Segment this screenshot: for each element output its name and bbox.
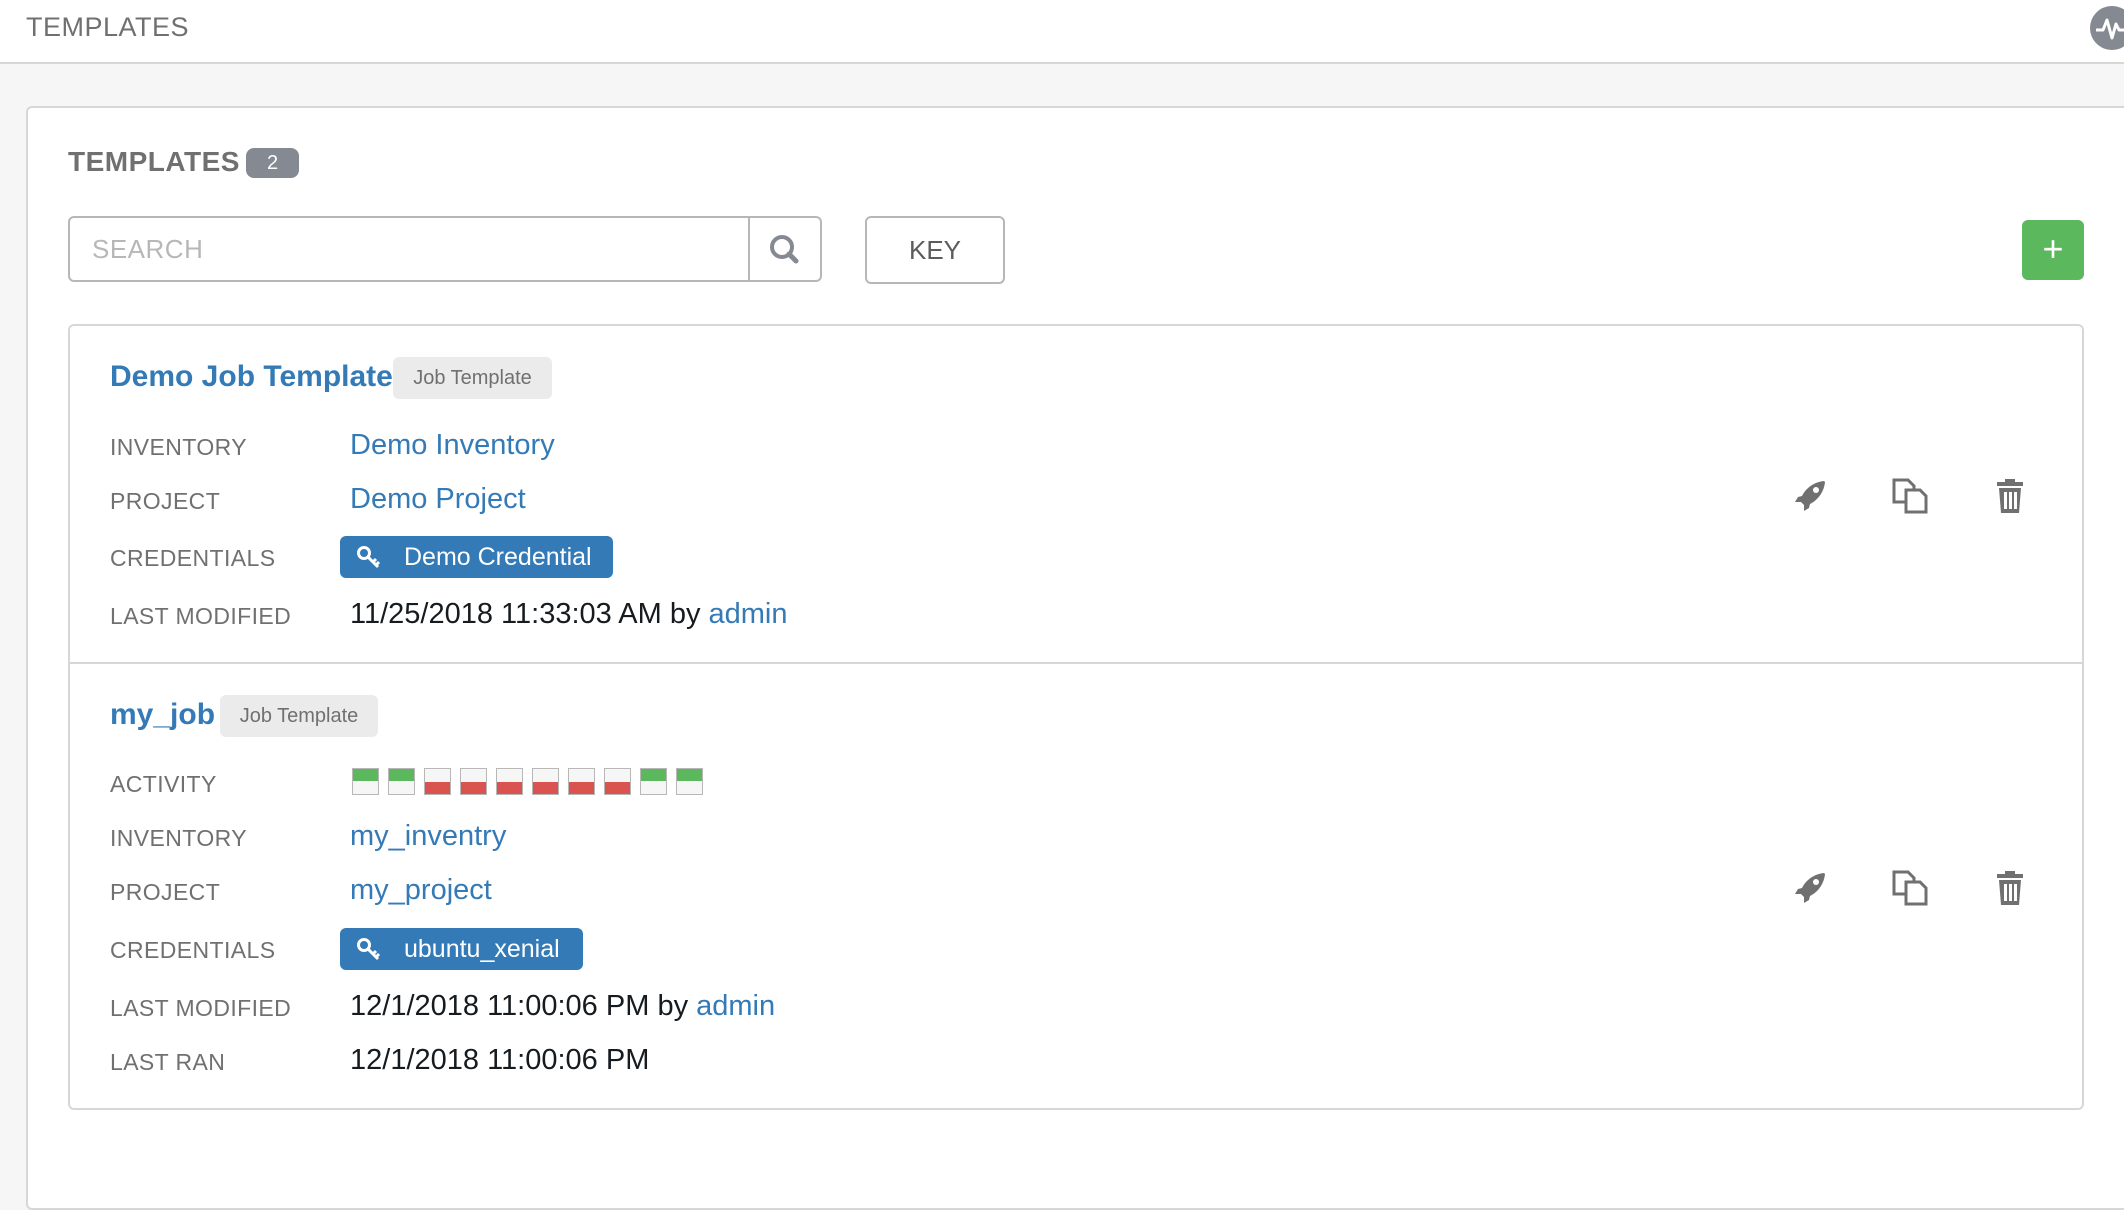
top-bar: TEMPLATES — [0, 0, 2124, 64]
last-modified-date: 12/1/2018 11:00:06 PM — [350, 990, 650, 1022]
job-status-bar — [425, 782, 450, 794]
key-icon — [357, 546, 381, 569]
modified-by-link[interactable]: admin — [696, 990, 775, 1022]
job-status-success[interactable] — [352, 768, 379, 795]
key-button[interactable]: KEY — [865, 216, 1005, 284]
template-name-link[interactable]: Demo Job Template — [110, 360, 393, 394]
pulse-icon[interactable] — [2090, 6, 2124, 50]
rocket-icon[interactable] — [1790, 868, 1830, 908]
job-status-failed[interactable] — [532, 768, 559, 795]
last-ran-label: LAST RAN — [110, 1049, 226, 1075]
job-status-failed[interactable] — [424, 768, 451, 795]
job-status-failed[interactable] — [496, 768, 523, 795]
search-input[interactable] — [70, 218, 752, 280]
last-modified-value: 11/25/2018 11:33:03 AM by admin — [350, 598, 788, 631]
job-status-bar — [461, 782, 486, 794]
trash-icon[interactable] — [1990, 868, 2030, 908]
job-status-success[interactable] — [676, 768, 703, 795]
template-name-link[interactable]: my_job — [110, 698, 215, 732]
job-status-bar — [497, 782, 522, 794]
copy-icon[interactable] — [1890, 476, 1930, 516]
last-modified-label: LAST MODIFIED — [110, 995, 292, 1021]
credentials-label: CREDENTIALS — [110, 937, 276, 963]
row-divider — [68, 662, 2084, 664]
search-button[interactable] — [748, 218, 820, 280]
job-status-bar — [533, 782, 558, 794]
key-icon — [357, 938, 381, 961]
activity-label: ACTIVITY — [110, 771, 217, 797]
last-modified-label: LAST MODIFIED — [110, 603, 292, 629]
job-status-failed[interactable] — [604, 768, 631, 795]
template-type-badge: Job Template — [220, 695, 378, 737]
inventory-link[interactable]: my_inventry — [350, 820, 506, 853]
template-type-badge: Job Template — [393, 357, 552, 399]
credential-chip[interactable]: ubuntu_xenial — [340, 928, 583, 970]
add-button[interactable]: + — [2022, 220, 2084, 280]
job-status-bar — [389, 769, 414, 781]
job-status-bar — [605, 782, 630, 794]
credentials-label: CREDENTIALS — [110, 545, 276, 571]
last-modified-date: 11/25/2018 11:33:03 AM — [350, 598, 662, 630]
by-label: by — [669, 598, 701, 630]
project-label: PROJECT — [110, 879, 221, 905]
job-status-failed[interactable] — [460, 768, 487, 795]
job-status-bar — [641, 769, 666, 781]
credential-chip[interactable]: Demo Credential — [340, 536, 613, 578]
credential-name: ubuntu_xenial — [404, 935, 560, 963]
modified-by-link[interactable]: admin — [709, 598, 788, 630]
inventory-link[interactable]: Demo Inventory — [350, 429, 555, 462]
job-status-bar — [569, 782, 594, 794]
count-badge: 2 — [246, 148, 299, 178]
project-label: PROJECT — [110, 488, 221, 514]
job-status-success[interactable] — [640, 768, 667, 795]
inventory-label: INVENTORY — [110, 434, 247, 460]
project-link[interactable]: Demo Project — [350, 483, 526, 516]
job-status-bar — [353, 769, 378, 781]
search-icon — [770, 235, 799, 264]
page-title: TEMPLATES — [26, 12, 190, 42]
credential-name: Demo Credential — [404, 543, 592, 571]
by-label: by — [657, 990, 689, 1022]
job-status-bar — [677, 769, 702, 781]
copy-icon[interactable] — [1890, 868, 1930, 908]
last-modified-value: 12/1/2018 11:00:06 PM by admin — [350, 990, 775, 1023]
panel-title: TEMPLATES — [68, 146, 240, 177]
job-status-failed[interactable] — [568, 768, 595, 795]
search-box — [68, 216, 822, 282]
trash-icon[interactable] — [1990, 476, 2030, 516]
last-ran-value: 12/1/2018 11:00:06 PM — [350, 1044, 650, 1076]
inventory-label: INVENTORY — [110, 825, 247, 851]
rocket-icon[interactable] — [1790, 476, 1830, 516]
job-status-success[interactable] — [388, 768, 415, 795]
project-link[interactable]: my_project — [350, 874, 492, 907]
